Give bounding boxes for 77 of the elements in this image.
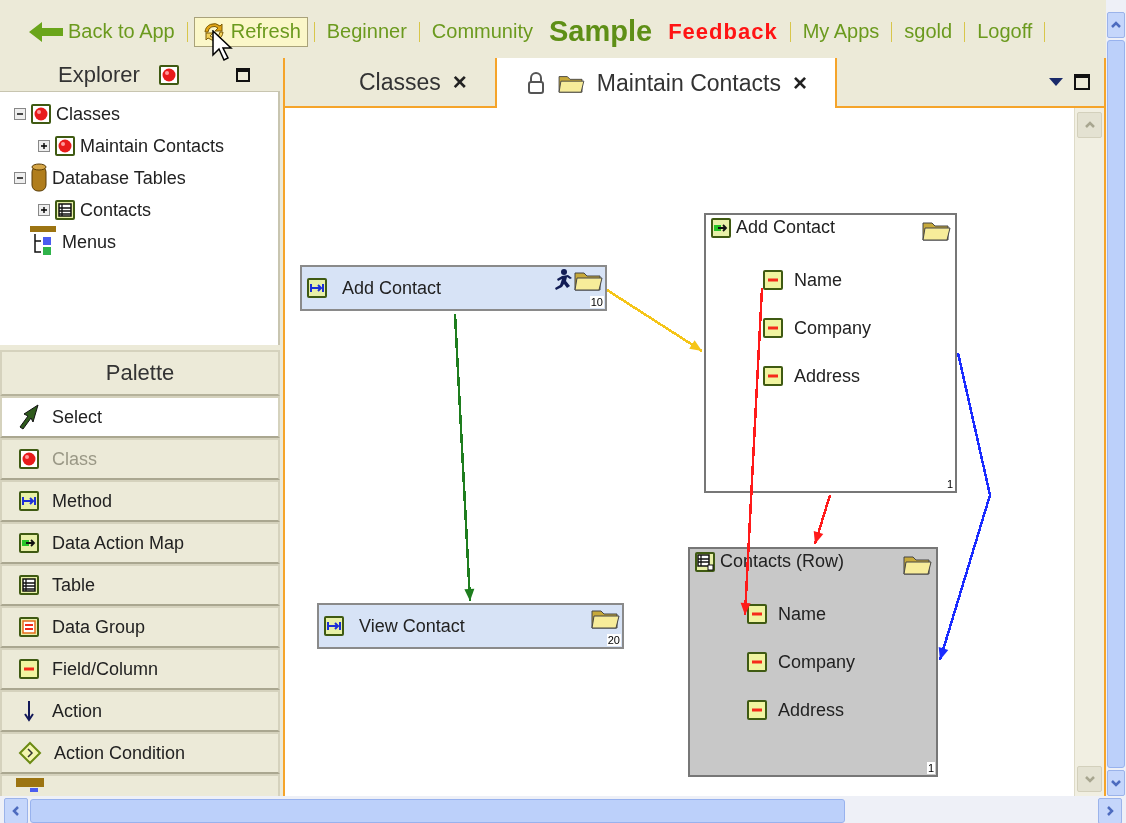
- field-label: Company: [778, 651, 856, 673]
- tree-item[interactable]: Classes: [56, 103, 121, 125]
- class-icon: [157, 63, 180, 86]
- tree-item[interactable]: Database Tables: [52, 167, 186, 189]
- count-number: 1: [945, 478, 954, 490]
- field-icon: [762, 365, 784, 387]
- table-icon: [18, 574, 40, 596]
- scroll-right-button[interactable]: [1098, 798, 1122, 823]
- maximize-icon[interactable]: [235, 67, 250, 82]
- scroll-thumb[interactable]: [1107, 40, 1125, 768]
- field-icon: [746, 603, 768, 625]
- class-icon: [54, 135, 76, 157]
- scroll-left-button[interactable]: [4, 798, 28, 823]
- palette-item[interactable]: Data Group: [0, 606, 280, 648]
- dropdown-icon[interactable]: [1048, 77, 1064, 87]
- scroll-thumb[interactable]: [30, 799, 845, 823]
- field-icon: [746, 699, 768, 721]
- connector-arrow[interactable]: [938, 352, 992, 661]
- expand-toggle[interactable]: [38, 204, 50, 216]
- tree-item[interactable]: Menus: [62, 231, 117, 253]
- node-title: Add Contact: [342, 277, 442, 299]
- method-node[interactable]: View Contact 20: [317, 603, 624, 649]
- collapse-toggle[interactable]: [14, 108, 26, 120]
- data-action-map-node[interactable]: Add Contact Name Company Address 1: [704, 213, 957, 493]
- field-icon: [746, 651, 768, 673]
- database-icon: [30, 162, 48, 194]
- pointer-icon: [18, 404, 40, 430]
- field-label: Address: [778, 699, 845, 721]
- field-label: Name: [778, 603, 826, 625]
- node-title: Add Contact: [736, 217, 836, 239]
- palette-item[interactable]: Field/Column: [0, 648, 280, 690]
- method-icon: [18, 490, 40, 512]
- close-icon[interactable]: ×: [792, 69, 807, 97]
- field-icon: [18, 658, 40, 680]
- order-number: 20: [606, 634, 621, 646]
- scroll-down-button[interactable]: [1107, 770, 1125, 796]
- table-icon: [54, 199, 76, 221]
- data-group-icon: [18, 616, 40, 638]
- count-number: 1: [926, 762, 935, 774]
- table-icon: [694, 551, 716, 573]
- tree-item[interactable]: Contacts: [80, 199, 152, 221]
- palette-item[interactable]: Select: [0, 396, 280, 438]
- mouse-cursor-icon: [212, 30, 234, 62]
- menu-icon: [30, 226, 58, 258]
- connector-arrow[interactable]: [813, 494, 832, 545]
- menu-icon: [16, 778, 44, 792]
- node-title: View Contact: [359, 615, 465, 637]
- class-icon: [30, 103, 52, 125]
- collapse-toggle[interactable]: [14, 172, 26, 184]
- diamond-icon: [18, 741, 42, 765]
- tree-item[interactable]: Maintain Contacts: [80, 135, 225, 157]
- method-icon: [323, 615, 345, 637]
- field-label: Name: [794, 269, 842, 291]
- panel-title: Palette: [105, 360, 175, 386]
- scroll-up-button[interactable]: [1107, 12, 1125, 38]
- back-arrow-icon: [28, 20, 64, 43]
- field-icon: [762, 317, 784, 339]
- panel-title: Explorer: [58, 61, 140, 88]
- palette-item[interactable]: Table: [0, 564, 280, 606]
- field-label: Address: [794, 365, 861, 387]
- expand-toggle[interactable]: [38, 140, 50, 152]
- maximize-icon[interactable]: [1074, 74, 1090, 90]
- method-icon: [306, 277, 328, 299]
- data-action-map-icon: [18, 532, 40, 554]
- connector-arrow[interactable]: [453, 313, 475, 602]
- data-action-map-icon: [710, 217, 732, 239]
- method-node[interactable]: Add Contact 10: [300, 265, 607, 311]
- order-number: 10: [589, 296, 604, 308]
- field-label: Company: [794, 317, 872, 339]
- palette-item[interactable]: Method: [0, 480, 280, 522]
- palette-item[interactable]: Action Condition: [0, 732, 280, 774]
- close-icon[interactable]: ×: [452, 68, 467, 96]
- tab[interactable]: Maintain Contacts ×: [494, 58, 837, 108]
- palette-item[interactable]: Action: [0, 690, 280, 732]
- class-icon: [18, 448, 40, 470]
- field-icon: [762, 269, 784, 291]
- palette-item[interactable]: Data Action Map: [0, 522, 280, 564]
